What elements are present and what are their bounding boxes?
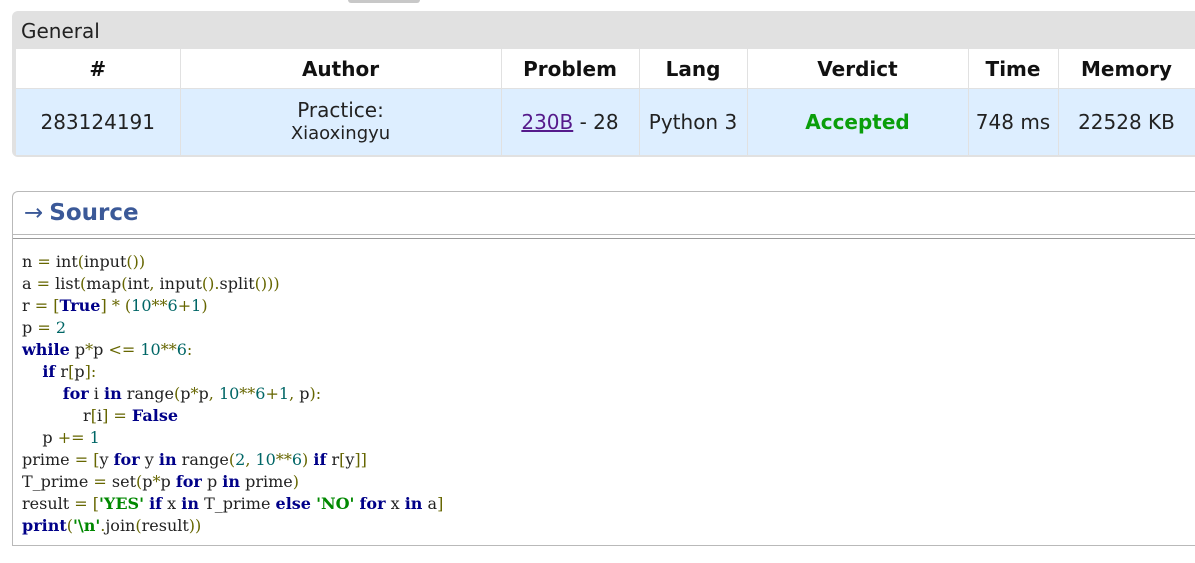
verdict-cell: Accepted xyxy=(747,88,969,155)
problem-cell: 230B - 28 xyxy=(501,88,640,155)
problem-link[interactable]: 230B xyxy=(521,110,573,134)
table-row: 283124191 Practice: Xiaoxingyu 230B - 28… xyxy=(16,88,1195,155)
column-header-id: # xyxy=(16,49,181,89)
problem-index: - 28 xyxy=(579,110,619,134)
submission-table: # Author Problem Lang Verdict Time Memor… xyxy=(16,49,1195,155)
lang-cell: Python 3 xyxy=(639,88,748,155)
code-area[interactable]: n = int(input()) a = list(map(int, input… xyxy=(13,238,1195,545)
column-header-lang: Lang xyxy=(639,49,748,89)
top-tab-stub xyxy=(348,0,420,3)
column-header-verdict: Verdict xyxy=(747,49,969,89)
time-cell: 748 ms xyxy=(968,88,1059,155)
column-header-time: Time xyxy=(968,49,1059,89)
column-header-author: Author xyxy=(180,49,502,89)
general-panel: General # Author Problem Lang Verdict Ti… xyxy=(12,11,1195,157)
column-header-memory: Memory xyxy=(1058,49,1195,89)
column-header-problem: Problem xyxy=(501,49,640,89)
arrow-right-icon: → xyxy=(24,200,44,226)
source-divider xyxy=(13,234,1195,235)
author-name: Xiaoxingyu xyxy=(290,123,391,144)
source-title: → Source xyxy=(24,200,139,226)
source-code[interactable]: n = int(input()) a = list(map(int, input… xyxy=(13,239,1195,537)
table-header-row: # Author Problem Lang Verdict Time Memor… xyxy=(16,49,1195,89)
general-title: General xyxy=(21,19,100,43)
verdict-accepted: Accepted xyxy=(805,110,910,134)
memory-cell: 22528 KB xyxy=(1058,88,1195,155)
author-prefix: Practice: xyxy=(297,98,384,122)
author-cell: Practice: Xiaoxingyu xyxy=(180,88,502,155)
source-title-text: Source xyxy=(49,200,139,226)
submission-id: 283124191 xyxy=(16,88,181,155)
source-panel: → Source n = int(input()) a = list(map(in… xyxy=(12,191,1195,546)
